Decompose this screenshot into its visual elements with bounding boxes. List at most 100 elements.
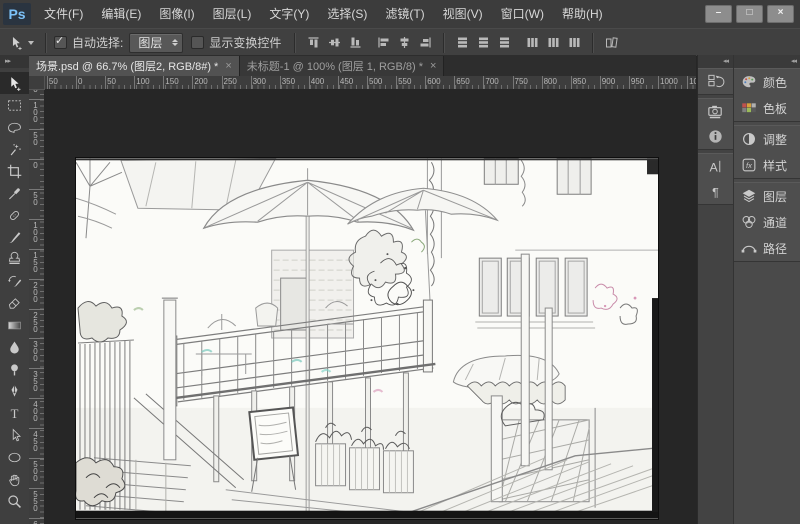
distribute-top-edges-button[interactable] bbox=[453, 33, 472, 52]
ruler-label: 100 bbox=[136, 77, 150, 86]
close-button[interactable]: × bbox=[767, 5, 794, 23]
align-horizontal-centers-button[interactable] bbox=[395, 33, 414, 52]
ruler-label: 550 bbox=[31, 489, 40, 511]
tools-collapse-button[interactable]: ▸▸ bbox=[0, 55, 29, 68]
ruler-label: 50 bbox=[31, 131, 40, 146]
ruler-label: 50 bbox=[48, 77, 58, 86]
type-tool[interactable] bbox=[0, 402, 29, 424]
ruler-label: 850 bbox=[572, 77, 587, 86]
dropdown-arrows-icon bbox=[172, 39, 179, 46]
window-controls: – □ × bbox=[705, 5, 794, 23]
align-bottom-edges-button[interactable] bbox=[346, 33, 365, 52]
ruler-label: 1050 bbox=[689, 77, 696, 86]
separator bbox=[592, 32, 595, 53]
menu-item-1[interactable]: 编辑(E) bbox=[92, 0, 150, 28]
photoshop-logo: Ps bbox=[3, 3, 31, 25]
panel-label: 样式 bbox=[763, 158, 788, 173]
tab-title: 未标题-1 @ 100% (图层 1, RGB/8) * bbox=[246, 61, 423, 73]
ruler-label: 650 bbox=[456, 77, 470, 86]
menu-item-8[interactable]: 窗口(W) bbox=[492, 0, 553, 28]
dodge-tool[interactable] bbox=[0, 358, 29, 380]
close-icon[interactable]: × bbox=[430, 60, 436, 72]
healing-brush-tool[interactable] bbox=[0, 204, 29, 226]
ruler-label: 150 bbox=[165, 77, 179, 86]
ruler-label: 250 bbox=[223, 77, 237, 86]
distribute-right-edges-button[interactable] bbox=[565, 33, 584, 52]
distribute-left-edges-button[interactable] bbox=[523, 33, 542, 52]
brush-tool[interactable] bbox=[0, 226, 29, 248]
crop-tool[interactable] bbox=[0, 160, 29, 182]
minimize-button[interactable]: – bbox=[705, 5, 732, 23]
hand-tool[interactable] bbox=[0, 468, 29, 490]
canvas-artwork bbox=[76, 158, 658, 519]
menu-item-9[interactable]: 帮助(H) bbox=[553, 0, 612, 28]
ellipse-tool[interactable] bbox=[0, 446, 29, 468]
ruler-label: 900 bbox=[601, 77, 616, 86]
dock-collapse-button[interactable]: ◂◂ bbox=[698, 55, 733, 68]
pen-tool[interactable] bbox=[0, 380, 29, 402]
menu-item-2[interactable]: 图像(I) bbox=[150, 0, 203, 28]
canvas-image[interactable] bbox=[75, 157, 659, 520]
tool-list bbox=[0, 68, 29, 512]
align-left-edges-button[interactable] bbox=[374, 33, 393, 52]
menu-item-0[interactable]: 文件(F) bbox=[35, 0, 92, 28]
ruler-label: 600 bbox=[31, 520, 40, 524]
info-panel-icon[interactable] bbox=[698, 124, 733, 149]
menu-item-5[interactable]: 选择(S) bbox=[318, 0, 376, 28]
camera-panel-icon[interactable] bbox=[698, 99, 733, 124]
menu-item-7[interactable]: 视图(V) bbox=[434, 0, 492, 28]
eyedropper-tool[interactable] bbox=[0, 182, 29, 204]
ruler-label: 50 bbox=[31, 190, 40, 205]
document-tab-0[interactable]: 场景.psd @ 66.7% (图层2, RGB/8#) * × bbox=[29, 56, 240, 76]
history-brush-tool[interactable] bbox=[0, 270, 29, 292]
distribute-vertical-centers-button[interactable] bbox=[474, 33, 493, 52]
history-panel-icon[interactable] bbox=[698, 69, 733, 94]
active-tool-preset[interactable] bbox=[8, 35, 34, 51]
magic-wand-tool[interactable] bbox=[0, 138, 29, 160]
auto-align-layers-button[interactable] bbox=[602, 33, 621, 52]
eraser-tool[interactable] bbox=[0, 292, 29, 314]
panel-tab-adjust[interactable]: 调整 bbox=[734, 126, 800, 152]
align-right-edges-button[interactable] bbox=[416, 33, 435, 52]
clone-stamp-tool[interactable] bbox=[0, 248, 29, 270]
panel-tab-paths[interactable]: 路径 bbox=[734, 235, 800, 261]
direct-selection-tool[interactable] bbox=[0, 424, 29, 446]
menu-item-4[interactable]: 文字(Y) bbox=[260, 0, 318, 28]
document-tab-1[interactable]: 未标题-1 @ 100% (图层 1, RGB/8) * × bbox=[239, 56, 445, 76]
panel-label: 色板 bbox=[763, 101, 788, 116]
blur-tool[interactable] bbox=[0, 336, 29, 358]
separator bbox=[45, 32, 47, 53]
dock-collapse-button[interactable]: ◂◂ bbox=[734, 55, 800, 68]
panel-tab-color[interactable]: 颜色 bbox=[734, 69, 800, 95]
photoshop-window: T fx A ¶ Ps 文件(F)编辑(E)图像(I)图层(L)文字(Y)选择( bbox=[0, 0, 800, 524]
menu-item-3[interactable]: 图层(L) bbox=[204, 0, 261, 28]
character-panel-icon[interactable] bbox=[698, 154, 733, 179]
ruler-label: 500 bbox=[31, 460, 40, 481]
gradient-tool[interactable] bbox=[0, 314, 29, 336]
move-tool[interactable] bbox=[0, 72, 29, 94]
distribute-horizontal-centers-button[interactable] bbox=[544, 33, 563, 52]
ruler-label: 350 bbox=[31, 370, 40, 392]
panel-tab-layers[interactable]: 图层 bbox=[734, 183, 800, 209]
ruler-label: 250 bbox=[31, 310, 40, 332]
close-icon[interactable]: × bbox=[225, 60, 231, 72]
align-vertical-centers-button[interactable] bbox=[325, 33, 344, 52]
menu-items: 文件(F) 编辑(E) 图像(I) 图层(L) 文字(Y) 选择(S) 滤镜(T) 视图(V)… bbox=[35, 0, 612, 28]
auto-select-target-dropdown[interactable]: 图层 bbox=[129, 32, 184, 53]
show-transform-checkbox[interactable] bbox=[191, 36, 205, 49]
align-top-edges-button[interactable] bbox=[304, 33, 323, 52]
vertical-ruler[interactable]: 1501005005010015020025030035040045050055… bbox=[29, 89, 45, 524]
panel-tab-swatch[interactable]: 色板 bbox=[734, 95, 800, 121]
panel-tab-style[interactable]: 样式 bbox=[734, 152, 800, 178]
ruler-label: 600 bbox=[427, 77, 441, 86]
panel-tab-channels[interactable]: 通道 bbox=[734, 209, 800, 235]
menu-item-6[interactable]: 滤镜(T) bbox=[376, 0, 433, 28]
paragraph-panel-icon[interactable] bbox=[698, 179, 733, 204]
maximize-button[interactable]: □ bbox=[736, 5, 763, 23]
lasso-tool[interactable] bbox=[0, 116, 29, 138]
zoom-tool[interactable] bbox=[0, 490, 29, 512]
horizontal-ruler[interactable]: 50 0 50 100 150 200 250 300 350 400 450 500 550 600 65… bbox=[29, 76, 696, 90]
auto-select-checkbox[interactable] bbox=[54, 34, 67, 49]
rectangular-marquee-tool[interactable] bbox=[0, 94, 29, 116]
distribute-bottom-edges-button[interactable] bbox=[495, 33, 514, 52]
